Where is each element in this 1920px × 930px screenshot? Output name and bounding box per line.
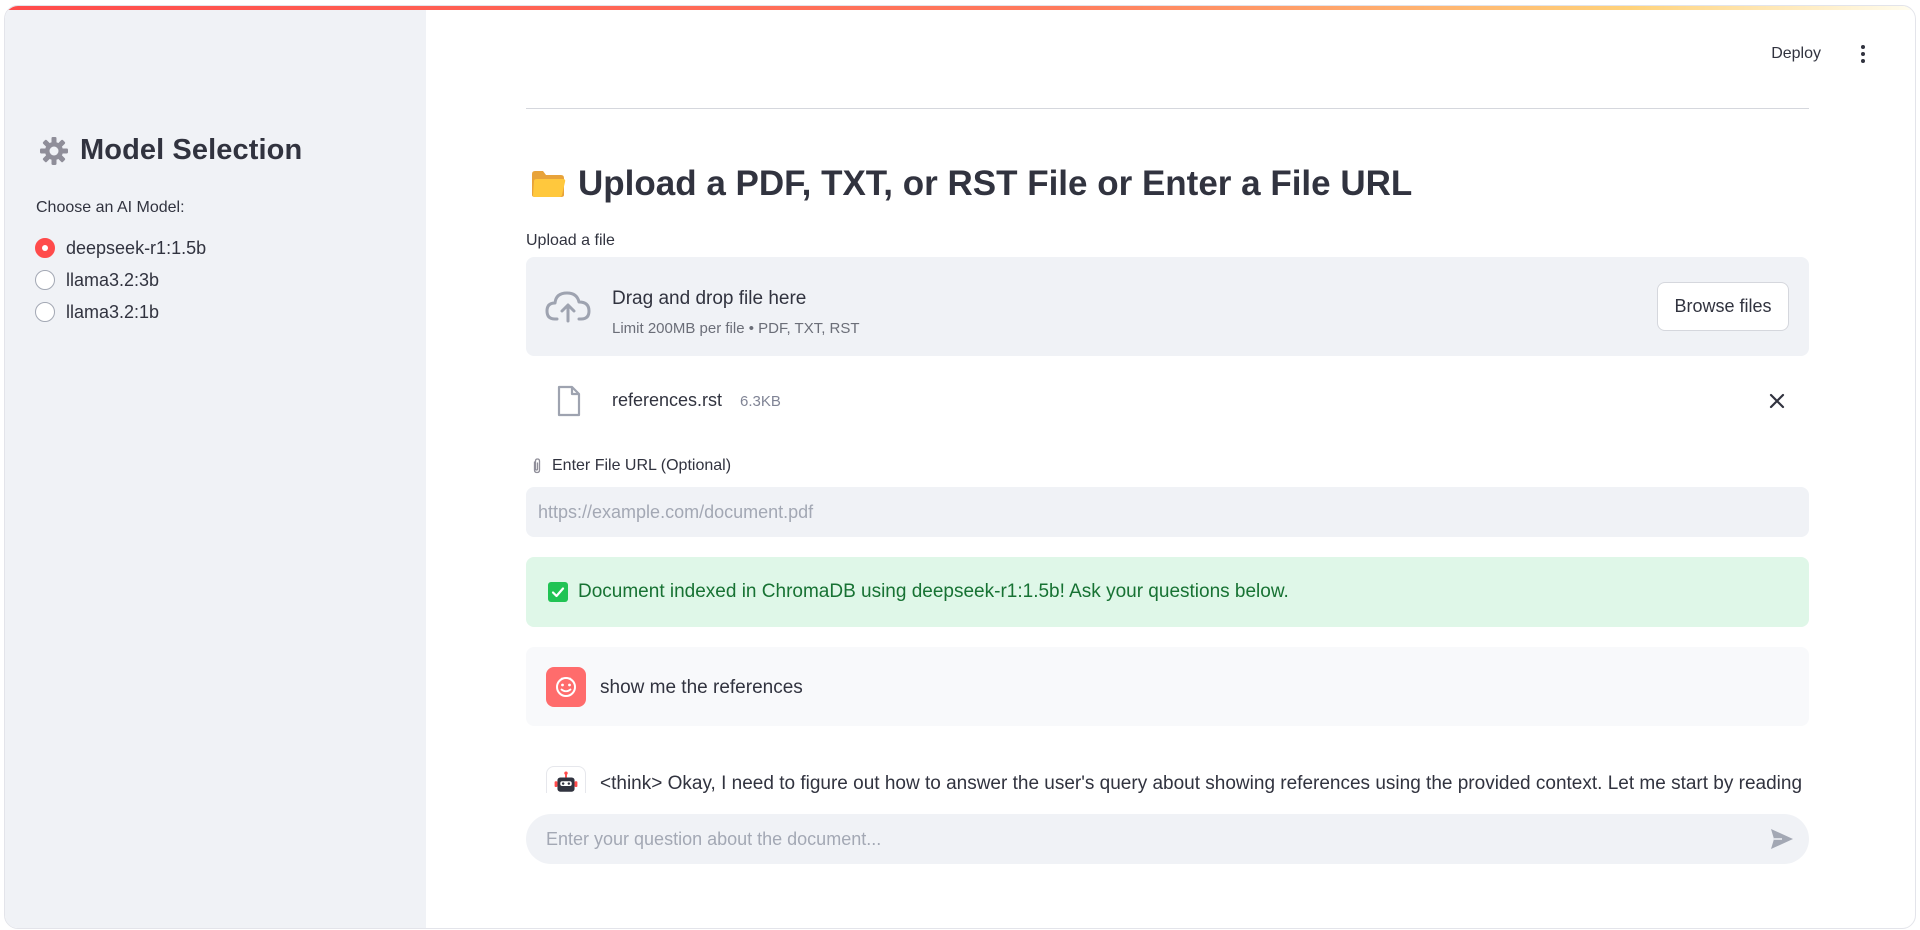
file-dropzone[interactable]: Drag and drop file here Limit 200MB per …: [526, 257, 1809, 356]
checkbox-checked-icon: [548, 582, 568, 602]
page-heading: Upload a PDF, TXT, or RST File or Enter …: [578, 164, 1413, 203]
uploaded-file-size: 6.3KB: [740, 393, 781, 410]
dropzone-limit: Limit 200MB per file • PDF, TXT, RST: [612, 320, 860, 337]
success-alert: Document indexed in ChromaDB using deeps…: [526, 557, 1809, 627]
radio-option-deepseek[interactable]: deepseek-r1:1.5b: [35, 232, 206, 264]
bot-avatar: [546, 766, 586, 793]
url-input[interactable]: [526, 487, 1809, 537]
assistant-message-text: <think> Okay, I need to figure out how t…: [600, 773, 1803, 793]
uploaded-file-item: references.rst 6.3KB: [526, 376, 1809, 426]
radio-option-label: llama3.2:1b: [66, 301, 160, 322]
uploaded-file-name: references.rst: [612, 390, 723, 410]
model-radio-group: deepseek-r1:1.5b llama3.2:3b llama3.2:1b: [35, 232, 206, 328]
robot-icon: [554, 771, 578, 792]
dropzone-instructions: Drag and drop file here: [612, 288, 807, 309]
paperclip-icon: [533, 458, 541, 474]
user-message-text: show me the references: [600, 677, 803, 698]
sidebar: Model Selection Choose an AI Model: deep…: [5, 6, 426, 928]
chat-message-user: show me the references: [526, 647, 1809, 726]
app-window: Model Selection Choose an AI Model: deep…: [4, 5, 1916, 929]
send-icon[interactable]: [1769, 827, 1795, 851]
gear-icon: [40, 136, 68, 165]
radio-button[interactable]: [35, 302, 55, 322]
radio-button-selected[interactable]: [35, 238, 55, 258]
upload-label: Upload a file: [526, 232, 615, 249]
radio-option-label: deepseek-r1:1.5b: [66, 237, 207, 258]
url-label-text: Enter File URL (Optional): [552, 457, 732, 474]
close-icon[interactable]: [1765, 389, 1789, 413]
sidebar-title: Model Selection: [38, 134, 302, 167]
folder-icon: [532, 171, 566, 197]
chat-message-assistant: <think> Okay, I need to figure out how t…: [526, 746, 1809, 793]
file-icon: [557, 385, 581, 417]
decoration-bar: [5, 6, 1915, 10]
chat-input[interactable]: [546, 814, 1726, 864]
main-content: Upload a PDF, TXT, or RST File or Enter …: [526, 6, 1809, 928]
model-radio-label: Choose an AI Model:: [36, 199, 185, 216]
kebab-menu-icon[interactable]: [1851, 42, 1875, 66]
radio-option-label: llama3.2:3b: [66, 269, 160, 290]
cloud-upload-icon: [545, 291, 591, 323]
radio-option-llama1b[interactable]: llama3.2:1b: [35, 296, 206, 328]
radio-button[interactable]: [35, 270, 55, 290]
url-label: Enter File URL (Optional): [530, 457, 731, 475]
browse-files-button[interactable]: Browse files: [1657, 282, 1789, 331]
user-avatar: [546, 667, 586, 707]
smiley-icon: [556, 677, 576, 697]
page-title: Upload a PDF, TXT, or RST File or Enter …: [530, 164, 1412, 204]
chat-input-bar: [526, 814, 1809, 864]
radio-option-llama3b[interactable]: llama3.2:3b: [35, 264, 206, 296]
divider: [526, 108, 1809, 109]
success-message: Document indexed in ChromaDB using deeps…: [578, 581, 1289, 602]
sidebar-heading: Model Selection: [80, 134, 303, 166]
